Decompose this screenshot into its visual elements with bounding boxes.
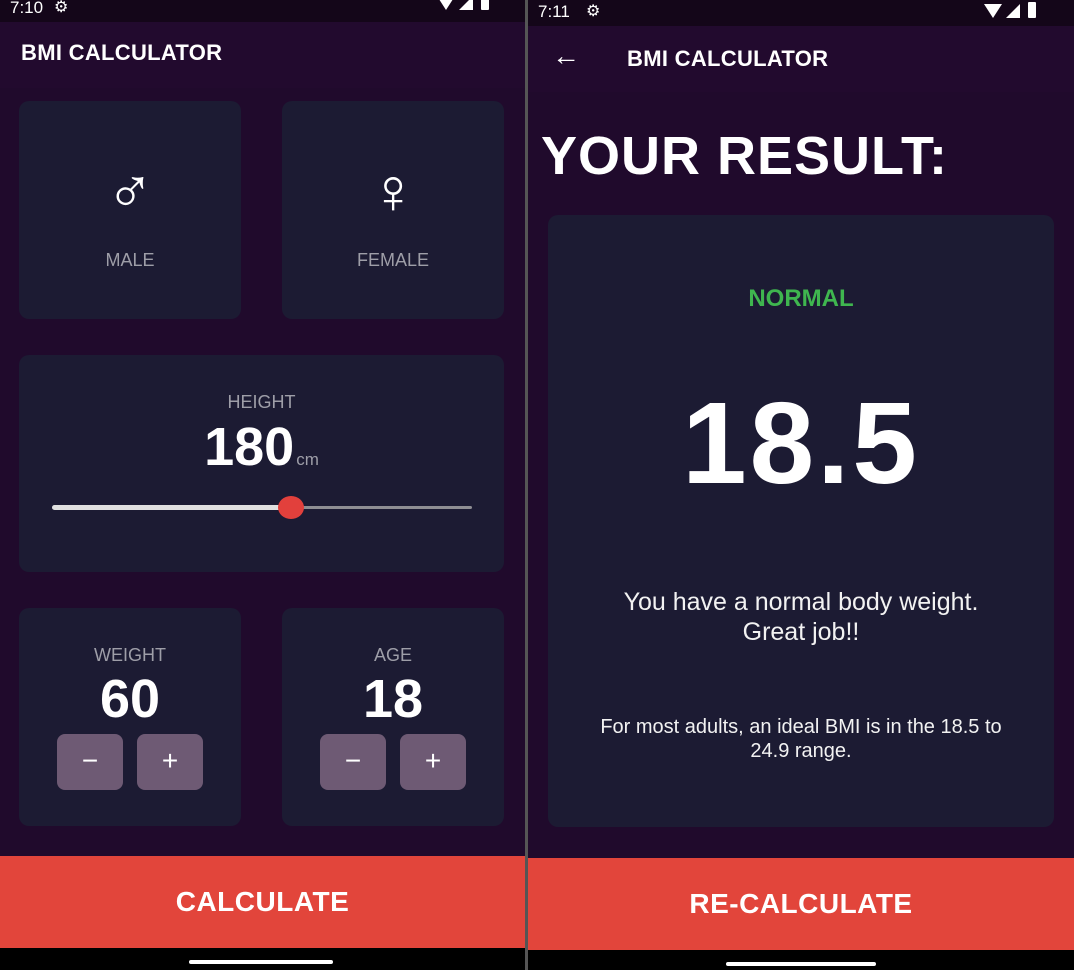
battery-icon [1028,2,1036,18]
male-icon: ♂ [106,155,154,227]
result-message: You have a normal body weight. Great job… [568,587,1034,647]
status-bar: 7:10 ⚙ [0,0,525,22]
male-card[interactable]: ♂ MALE [19,101,241,319]
status-icons [437,0,489,10]
app-bar: ← BMI CALCULATOR [528,26,1074,92]
bmi-range-note-line1: For most adults, an ideal BMI is in the … [600,716,1002,738]
weight-decrement-button[interactable]: − [57,734,123,790]
age-increment-button[interactable]: + [400,734,466,790]
weight-label: WEIGHT [94,645,166,665]
result-message-line1: You have a normal body weight. [623,588,979,616]
calculate-button[interactable]: CALCULATE [0,856,525,948]
app-title: BMI CALCULATOR [21,40,223,65]
height-slider-inactive-track[interactable] [292,506,472,509]
height-value: 180 [204,417,295,477]
input-screen: 7:10 ⚙ BMI CALCULATOR ♂ MALE ♀ FEMALE HE… [0,0,525,970]
height-slider-thumb[interactable] [278,496,304,519]
nav-bar [0,948,525,970]
result-screen: 7:11 ⚙ ← BMI CALCULATOR YOUR RESULT: NOR… [528,0,1074,970]
weight-card: WEIGHT 60 − + [19,608,241,826]
result-message-line2: Great job!! [742,618,860,646]
weight-increment-button[interactable]: + [137,734,203,790]
home-indicator[interactable] [726,962,876,966]
back-arrow-icon[interactable]: ← [552,40,580,72]
height-unit: cm [296,450,319,469]
bmi-range-note: For most adults, an ideal BMI is in the … [548,715,1054,763]
female-card[interactable]: ♀ FEMALE [282,101,504,319]
wifi-icon [984,4,1002,18]
recalculate-button[interactable]: RE-CALCULATE [528,858,1074,950]
signal-icon [1006,4,1020,18]
age-card: AGE 18 − + [282,608,504,826]
battery-icon [481,0,489,10]
home-indicator[interactable] [189,960,333,964]
gear-icon: ⚙ [586,3,601,20]
result-card: NORMAL 18.5 You have a normal body weigh… [548,215,1054,827]
status-bar: 7:11 ⚙ [528,0,1074,26]
result-heading: YOUR RESULT: [541,126,949,186]
age-value: 18 [362,669,424,729]
age-decrement-button[interactable]: − [320,734,386,790]
status-time: 7:10 [10,0,44,17]
signal-icon [459,0,473,10]
gear-icon: ⚙ [54,0,69,16]
age-label: AGE [373,645,412,665]
status-time: 7:11 [538,2,570,21]
status-icons [984,2,1036,18]
app-title: BMI CALCULATOR [627,46,829,71]
bmi-value: 18.5 [682,378,920,508]
female-icon: ♀ [369,155,417,227]
bmi-range-note-line2: 24.9 range. [750,740,852,762]
height-value-row: 180 cm [19,416,504,478]
wifi-icon [437,0,455,10]
female-label: FEMALE [356,250,430,270]
bmi-status: NORMAL [748,285,854,312]
height-label: HEIGHT [227,392,296,412]
male-label: MALE [105,250,155,270]
height-slider-active-track[interactable] [52,505,292,510]
nav-bar [528,950,1074,970]
app-bar: BMI CALCULATOR [0,22,525,88]
height-card: HEIGHT 180 cm [19,355,504,572]
weight-value: 60 [99,669,161,729]
